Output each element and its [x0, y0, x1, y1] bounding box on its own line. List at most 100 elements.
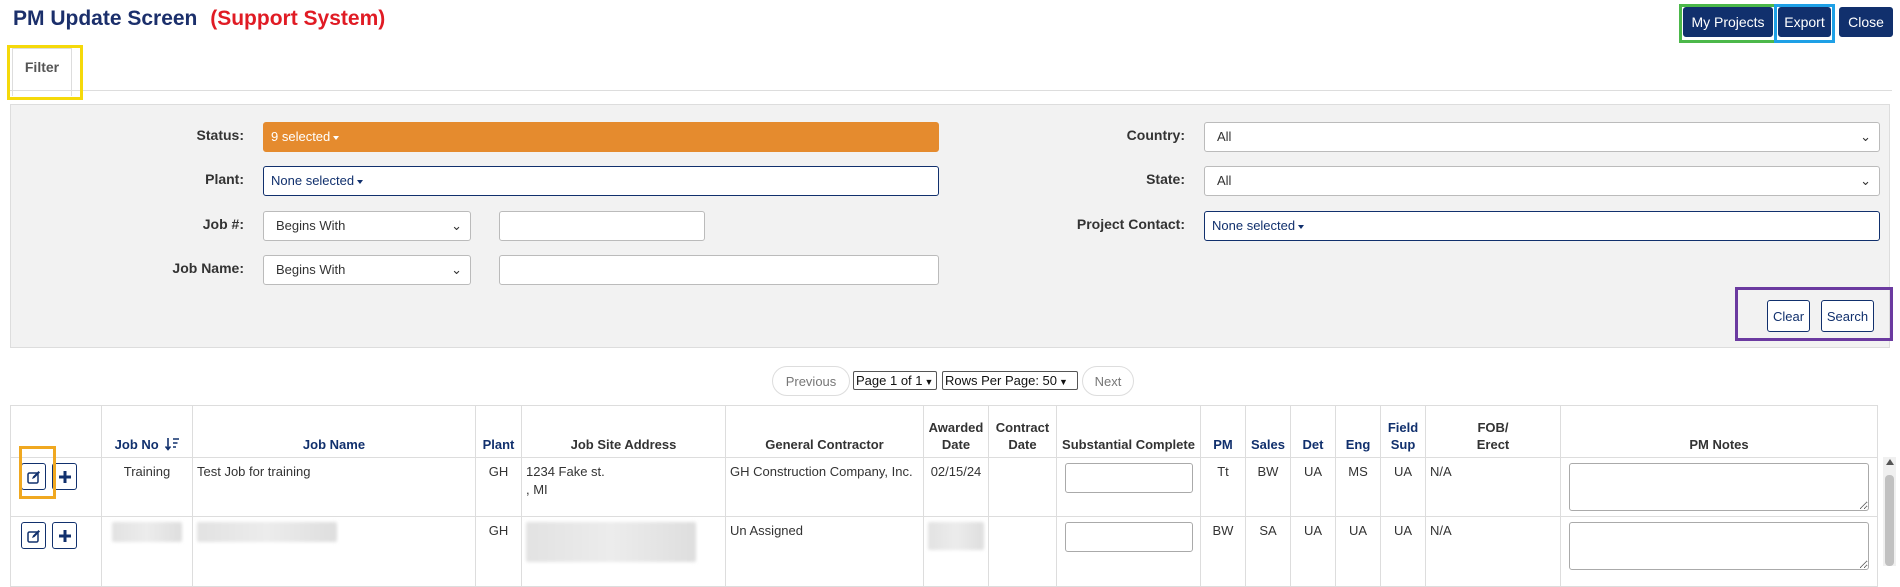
substantial-complete-input[interactable]	[1064, 463, 1193, 493]
filter-panel: Status: 9 selected Plant: None selected …	[10, 104, 1890, 348]
col-plant[interactable]: Plant	[475, 405, 522, 458]
job-name-match-select[interactable]: Begins With ⌄	[263, 255, 471, 285]
row-actions	[10, 516, 102, 587]
cell-awarded-date: 02/15/24	[923, 457, 989, 517]
pm-notes-textarea[interactable]	[1569, 463, 1869, 511]
cell-address-line1: 1234 Fake st.	[526, 464, 605, 479]
plus-icon	[59, 471, 71, 483]
col-awarded-date: Awarded Date	[923, 405, 989, 458]
rows-per-page-select[interactable]: Rows Per Page: 50 ▼	[942, 371, 1078, 390]
chevron-down-icon: ▼	[1059, 377, 1068, 387]
table-row: GH Un Assigned BW SA UA UA UA N/A	[10, 516, 1878, 587]
col-det[interactable]: Det	[1290, 405, 1336, 458]
chevron-down-icon: ⌄	[1860, 173, 1871, 188]
redacted-text	[197, 522, 337, 542]
add-row-button[interactable]	[52, 522, 77, 549]
cell-awarded-date-redacted	[923, 516, 989, 587]
edit-icon	[27, 471, 40, 484]
caret-down-icon	[333, 135, 340, 140]
rows-per-page-value: Rows Per Page: 50	[945, 373, 1058, 388]
cell-plant: GH	[475, 516, 522, 587]
add-row-button[interactable]	[52, 463, 77, 490]
col-substantial-complete: Substantial Complete	[1056, 405, 1201, 458]
col-general-contractor: General Contractor	[725, 405, 924, 458]
col-fob-line2: Erect	[1476, 437, 1510, 452]
page-title-text: PM Update Screen	[13, 7, 198, 30]
col-job-name[interactable]: Job Name	[192, 405, 476, 458]
cell-pm-notes	[1560, 516, 1878, 587]
col-field-sup[interactable]: Field Sup	[1380, 405, 1426, 458]
table-scrollbar[interactable]	[1883, 457, 1896, 566]
col-contract-line1: Contract	[995, 420, 1050, 435]
col-actions	[10, 405, 102, 458]
cell-plant: GH	[475, 457, 522, 517]
col-contract-line2: Date	[1008, 437, 1037, 452]
state-label: State:	[1146, 171, 1185, 187]
pm-notes-textarea[interactable]	[1569, 522, 1869, 570]
plant-value: None selected	[271, 173, 355, 188]
col-fob-erect: FOB/Erect	[1425, 405, 1561, 458]
cell-sales: BW	[1245, 457, 1291, 517]
page-title: PM Update Screen (Support System)	[13, 7, 385, 31]
job-no-match-select[interactable]: Begins With ⌄	[263, 211, 471, 241]
status-value: 9 selected	[271, 129, 331, 144]
col-job-no-label: Job No	[114, 437, 159, 452]
cell-pm: Tt	[1200, 457, 1246, 517]
redacted-text	[112, 522, 182, 542]
col-awarded-line1: Awarded	[928, 420, 984, 435]
project-contact-label: Project Contact:	[1076, 216, 1185, 232]
status-label: Status:	[196, 127, 244, 143]
cell-det: UA	[1290, 457, 1336, 517]
sort-descending-icon[interactable]	[165, 437, 180, 451]
job-name-input[interactable]	[499, 255, 939, 285]
status-multiselect[interactable]: 9 selected	[263, 122, 939, 152]
col-contract-date: Contract Date	[988, 405, 1057, 458]
my-projects-button[interactable]: My Projects	[1683, 7, 1773, 37]
clear-button[interactable]: Clear	[1767, 300, 1810, 332]
plus-icon	[59, 530, 71, 542]
scrollbar-thumb[interactable]	[1885, 475, 1894, 566]
col-awarded-line2: Date	[941, 437, 971, 452]
col-sales[interactable]: Sales	[1245, 405, 1291, 458]
state-select[interactable]: All ⌄	[1204, 166, 1880, 196]
edit-row-button[interactable]	[21, 463, 46, 490]
project-contact-multiselect[interactable]: None selected	[1204, 211, 1880, 241]
tab-filter[interactable]: Filter	[12, 48, 72, 96]
project-contact-value: None selected	[1212, 218, 1296, 233]
col-pm[interactable]: PM	[1200, 405, 1246, 458]
chevron-down-icon: ⌄	[1860, 129, 1871, 144]
close-button[interactable]: Close	[1839, 7, 1893, 37]
redacted-text	[928, 522, 984, 550]
table-header-row: Job No Job Name Plant Job Site Address G…	[10, 405, 1878, 458]
job-no-input[interactable]	[499, 211, 705, 241]
page-select[interactable]: Page 1 of 1 ▼	[853, 371, 937, 390]
state-value: All	[1217, 173, 1232, 188]
col-eng[interactable]: Eng	[1335, 405, 1381, 458]
col-job-no[interactable]: Job No	[101, 405, 193, 458]
search-button[interactable]: Search	[1821, 300, 1874, 332]
cell-job-no-redacted	[101, 516, 193, 587]
cell-substantial-complete	[1056, 457, 1201, 517]
previous-page-button[interactable]: Previous	[772, 366, 850, 396]
job-no-match-value: Begins With	[276, 218, 346, 233]
job-no-label: Job #:	[202, 216, 244, 232]
next-page-button[interactable]: Next	[1082, 366, 1134, 396]
cell-job-name: Test Job for training	[192, 457, 476, 517]
cell-fob-erect: N/A	[1425, 516, 1561, 587]
cell-pm-notes	[1560, 457, 1878, 517]
page-select-value: Page 1 of 1	[856, 373, 923, 388]
scroll-up-arrow-icon[interactable]	[1886, 459, 1894, 465]
cell-contract-date	[988, 516, 1057, 587]
cell-eng: UA	[1335, 516, 1381, 587]
plant-multiselect[interactable]: None selected	[263, 166, 939, 196]
tab-divider	[8, 90, 1892, 91]
cell-job-name-redacted	[192, 516, 476, 587]
country-select[interactable]: All ⌄	[1204, 122, 1880, 152]
substantial-complete-input[interactable]	[1064, 522, 1193, 552]
cell-fob-erect: N/A	[1425, 457, 1561, 517]
edit-row-button[interactable]	[21, 522, 46, 549]
cell-general-contractor: GH Construction Company, Inc.	[725, 457, 924, 517]
chevron-down-icon: ⌄	[451, 218, 462, 233]
results-table: Job No Job Name Plant Job Site Address G…	[10, 405, 1878, 587]
export-button[interactable]: Export	[1778, 7, 1831, 37]
